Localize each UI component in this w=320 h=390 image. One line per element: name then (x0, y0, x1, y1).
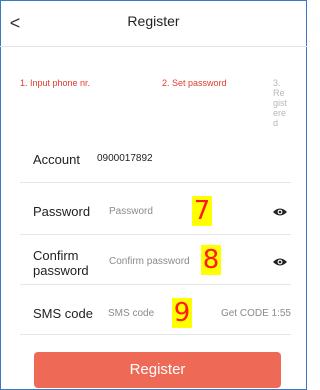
confirm-password-label: Confirm password (33, 248, 89, 278)
step-input-phone: 1. Input phone nr. (20, 78, 91, 88)
confirm-password-row: Confirm password Confirm password 8 (20, 234, 291, 285)
account-label: Account (33, 152, 80, 167)
register-button[interactable]: Register (34, 352, 281, 388)
account-value: 0900017892 (97, 153, 153, 164)
confirm-password-input[interactable]: Confirm password (109, 256, 190, 267)
header-bar: < Register (0, 0, 307, 47)
account-row: Account 0900017892 (20, 140, 291, 183)
annotation-marker-8: 8 (201, 245, 221, 275)
annotation-marker-9: 9 (172, 298, 192, 328)
get-code-button[interactable]: Get CODE 1:55 (221, 308, 291, 319)
sms-code-input[interactable]: SMS code (108, 308, 154, 319)
step-set-password: 2. Set password (162, 78, 227, 88)
sms-code-label: SMS code (33, 306, 93, 321)
password-input[interactable]: Password (109, 206, 153, 217)
show-confirm-password-eye-icon[interactable] (273, 257, 287, 267)
annotation-marker-7: 7 (192, 196, 212, 226)
show-password-eye-icon[interactable] (273, 207, 287, 217)
password-label: Password (33, 204, 91, 219)
step-registered: 3. Registered (273, 78, 288, 128)
sms-code-row: SMS code SMS code 9 Get CODE 1:55 (20, 286, 291, 335)
progress-steps: 1. Input phone nr. 2. Set password 3. Re… (0, 78, 307, 128)
page-title: Register (127, 13, 180, 29)
password-row: Password Password 7 (20, 186, 291, 235)
